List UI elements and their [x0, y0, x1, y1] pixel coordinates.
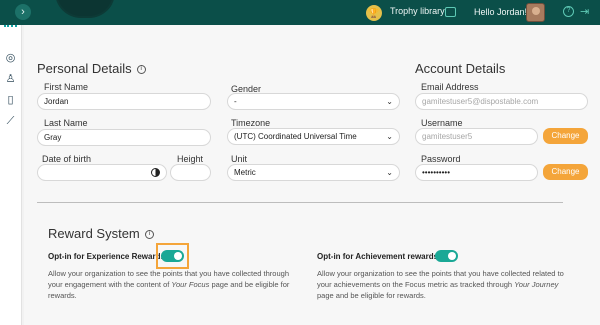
achievement-rewards-label: Opt-in for Achievement rewards: [317, 252, 439, 261]
profile-avatar-large: [55, 0, 115, 18]
timezone-value: (UTC) Coordinated Universal Time: [234, 132, 357, 141]
collapse-sidebar-button[interactable]: ›: [15, 4, 31, 20]
top-bar: › 🏆 Trophy library Hello Jordan! ? ⇥: [0, 0, 600, 25]
account-details-heading: Account Details: [415, 61, 506, 76]
trophy-icon: 🏆: [366, 5, 382, 21]
chevron-down-icon: ⌄: [386, 132, 393, 141]
unit-value: Metric: [234, 168, 256, 177]
chevron-down-icon: ⌄: [386, 97, 393, 106]
experience-rewards-description: Allow your organization to see the point…: [48, 269, 290, 300]
dob-input[interactable]: [37, 164, 167, 181]
last-name-input[interactable]: Gray: [37, 129, 211, 146]
gender-select[interactable]: - ⌄: [227, 93, 400, 110]
sidebar: ◎ ♙ ▯ ⟋: [0, 25, 22, 325]
height-label: Height: [177, 154, 204, 164]
message-icon[interactable]: [445, 7, 456, 17]
profile-icon[interactable]: ♙: [4, 73, 17, 86]
unit-select[interactable]: Metric ⌄: [227, 164, 400, 181]
logout-icon[interactable]: ⇥: [580, 5, 589, 18]
target-icon[interactable]: ◎: [4, 52, 17, 65]
password-label: Password: [421, 154, 461, 164]
dob-label: Date of birth: [42, 154, 92, 164]
trophy-library-label: Trophy library: [390, 6, 445, 16]
email-input[interactable]: gamitestuser5@dispostable.com: [415, 93, 588, 110]
reward-system-heading: Reward System i: [48, 226, 154, 241]
password-input[interactable]: ••••••••••: [415, 164, 538, 181]
achievement-rewards-toggle[interactable]: [435, 250, 458, 262]
last-name-label: Last Name: [44, 118, 88, 128]
section-divider: [37, 202, 563, 203]
info-icon[interactable]: i: [144, 230, 154, 240]
username-label: Username: [421, 118, 463, 128]
info-icon[interactable]: i: [136, 65, 146, 75]
email-label: Email Address: [421, 82, 479, 92]
chevron-down-icon: ⌄: [386, 168, 393, 177]
change-password-button[interactable]: Change: [543, 164, 588, 180]
user-avatar[interactable]: [526, 3, 545, 22]
first-name-label: First Name: [44, 82, 89, 92]
trophy-library-button[interactable]: 🏆 Trophy library: [366, 4, 445, 21]
gender-value: -: [234, 97, 237, 106]
change-username-button[interactable]: Change: [543, 128, 588, 144]
timezone-select[interactable]: (UTC) Coordinated Universal Time ⌄: [227, 128, 400, 145]
chart-icon[interactable]: ⟋: [4, 115, 17, 128]
menu-icon[interactable]: [4, 25, 17, 29]
first-name-input[interactable]: Jordan: [37, 93, 211, 110]
contrast-icon[interactable]: [151, 168, 160, 177]
help-icon[interactable]: ?: [563, 6, 574, 17]
height-input[interactable]: [170, 164, 211, 181]
timezone-label: Timezone: [231, 118, 271, 128]
unit-label: Unit: [231, 154, 248, 164]
book-icon[interactable]: ▯: [4, 94, 17, 107]
username-input[interactable]: gamitestuser5: [415, 128, 538, 145]
greeting-text: Hello Jordan!: [474, 7, 528, 17]
experience-rewards-label: Opt-in for Experience Rewards: [48, 252, 165, 261]
experience-rewards-toggle[interactable]: [161, 250, 184, 262]
achievement-rewards-description: Allow your organization to see the point…: [317, 269, 564, 300]
personal-details-heading: Personal Details i: [37, 61, 146, 76]
